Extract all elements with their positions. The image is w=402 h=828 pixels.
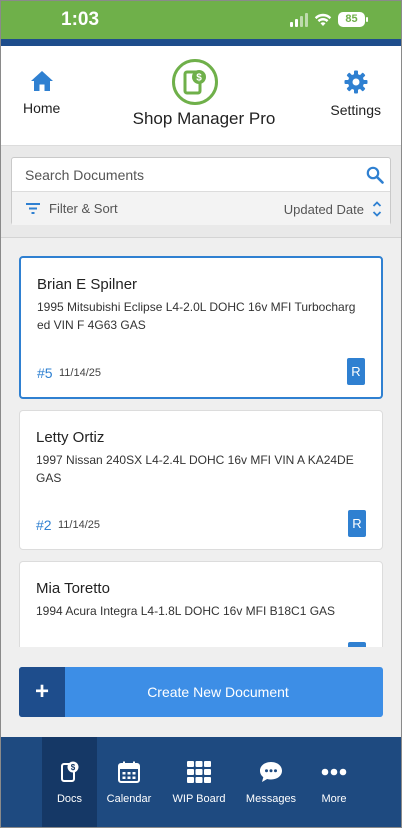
settings-label: Settings bbox=[330, 102, 381, 118]
tab-more-label: More bbox=[321, 793, 347, 805]
tab-wip-board-label: WIP Board bbox=[172, 793, 226, 805]
document-number: #2 bbox=[36, 517, 52, 533]
svg-text:$: $ bbox=[196, 73, 202, 84]
tab-wip-board[interactable]: WIP Board bbox=[165, 737, 233, 827]
accent-bar bbox=[1, 39, 401, 46]
customer-name: Brian E Spilner bbox=[37, 276, 138, 293]
status-bar: 1:03 85 bbox=[1, 1, 401, 39]
tab-docs-label: Docs bbox=[56, 793, 83, 805]
chat-icon bbox=[259, 759, 283, 785]
status-badge[interactable]: R bbox=[348, 510, 366, 537]
tab-calendar[interactable]: Calendar bbox=[101, 737, 157, 827]
tab-calendar-label: Calendar bbox=[106, 793, 152, 805]
document-number: #5 bbox=[37, 365, 53, 381]
calendar-icon bbox=[118, 759, 140, 785]
tab-messages[interactable]: Messages bbox=[239, 737, 303, 827]
filter-sort-button[interactable]: Filter & Sort bbox=[26, 201, 118, 216]
settings-button[interactable]: Settings bbox=[330, 70, 381, 118]
tab-docs[interactable]: $ Docs bbox=[42, 737, 97, 827]
create-new-document-button[interactable]: + Create New Document bbox=[19, 667, 383, 717]
create-area: + Create New Document bbox=[1, 647, 401, 737]
search-input[interactable] bbox=[12, 158, 352, 191]
filter-sort-label: Filter & Sort bbox=[49, 201, 118, 216]
sort-chevrons-icon bbox=[372, 201, 382, 217]
battery-icon: 85 bbox=[338, 12, 368, 27]
document-date: 11/14/25 bbox=[59, 367, 102, 379]
customer-name: Letty Ortiz bbox=[36, 429, 105, 446]
status-time: 1:03 bbox=[61, 9, 100, 30]
status-icons: 85 bbox=[290, 12, 368, 27]
document-card[interactable]: Brian E Spilner 1995 Mitsubishi Eclipse … bbox=[19, 256, 383, 399]
home-icon bbox=[30, 71, 53, 91]
search-panel: Filter & Sort Updated Date bbox=[1, 146, 401, 238]
signal-icon bbox=[290, 12, 308, 27]
sort-label: Updated Date bbox=[283, 201, 364, 217]
wifi-icon bbox=[314, 13, 332, 26]
tab-bar: $ Docs Calendar WIP Board Messages More bbox=[1, 737, 401, 827]
vehicle-description: 1997 Nissan 240SX L4-2.4L DOHC 16v MFI V… bbox=[36, 453, 354, 485]
logo-document-icon: $ bbox=[183, 70, 206, 95]
vehicle-description: 1994 Acura Integra L4-1.8L DOHC 16v MFI … bbox=[36, 604, 336, 618]
customer-name: Mia Toretto bbox=[36, 580, 110, 597]
plus-icon: + bbox=[19, 667, 65, 717]
docs-icon: $ bbox=[60, 759, 80, 785]
document-card[interactable]: Mia Toretto 1994 Acura Integra L4-1.8L D… bbox=[19, 561, 383, 647]
document-date: 11/14/25 bbox=[58, 519, 101, 531]
create-new-document-label: Create New Document bbox=[147, 684, 289, 700]
tab-more[interactable]: More bbox=[311, 737, 357, 827]
search-icon[interactable] bbox=[366, 166, 384, 184]
gear-icon bbox=[344, 70, 368, 94]
grid-icon bbox=[187, 759, 211, 785]
sort-selector[interactable]: Updated Date bbox=[284, 200, 382, 218]
document-card[interactable]: Letty Ortiz 1997 Nissan 240SX L4-2.4L DO… bbox=[19, 410, 383, 550]
status-badge[interactable]: R bbox=[347, 358, 365, 385]
vehicle-description: 1995 Mitsubishi Eclipse L4-2.0L DOHC 16v… bbox=[37, 300, 356, 332]
search-box: Filter & Sort Updated Date bbox=[11, 157, 391, 225]
tab-messages-label: Messages bbox=[245, 793, 297, 805]
more-icon bbox=[321, 759, 347, 785]
app-logo: $ bbox=[172, 59, 218, 105]
document-list[interactable]: Brian E Spilner 1995 Mitsubishi Eclipse … bbox=[1, 239, 401, 647]
filter-icon bbox=[26, 203, 40, 214]
app-header: Home $ Shop Manager Pro Settings bbox=[1, 46, 401, 146]
filter-row: Filter & Sort Updated Date bbox=[12, 192, 390, 225]
search-row bbox=[12, 158, 390, 192]
svg-text:$: $ bbox=[70, 763, 75, 772]
